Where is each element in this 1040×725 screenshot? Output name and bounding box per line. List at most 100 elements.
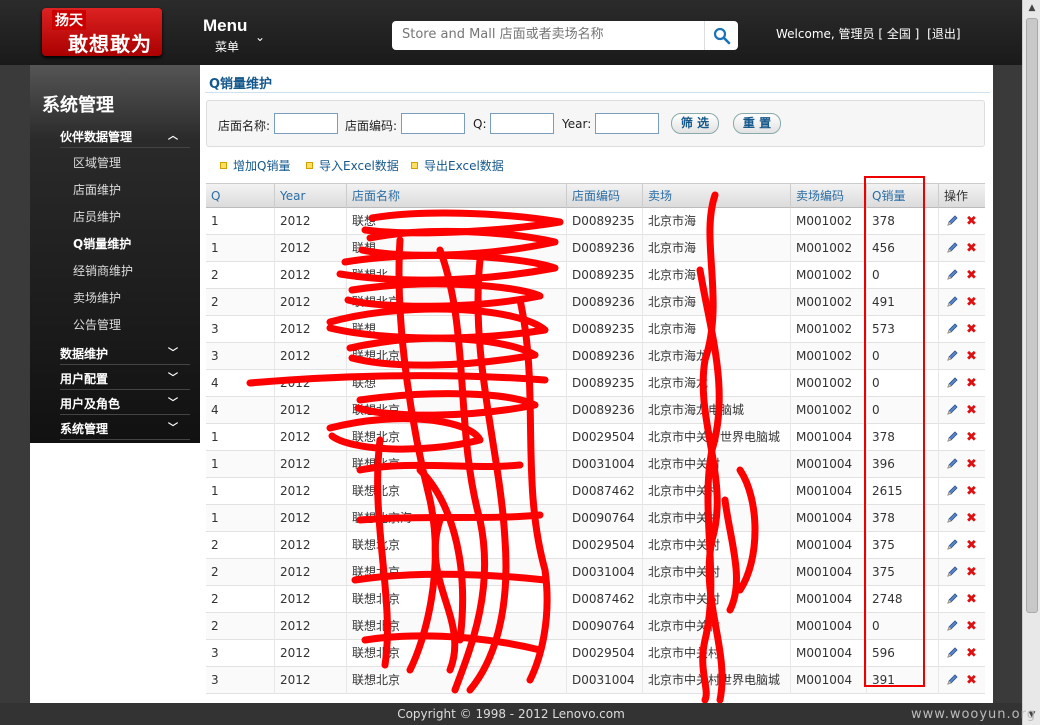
store-name-input[interactable] — [274, 113, 338, 134]
menu-button[interactable]: Menu 菜单 ⌄ — [203, 16, 265, 55]
edit-icon[interactable] — [946, 620, 958, 632]
export-excel-link[interactable]: 导出Excel数据 — [411, 157, 504, 174]
sidebar-group-label: 用户配置 — [60, 372, 109, 386]
delete-icon[interactable]: ✖ — [966, 269, 977, 282]
cell-store-code: D0089236 — [566, 289, 642, 316]
sidebar-item-dealer[interactable]: 经销商维护 — [73, 262, 133, 279]
sidebar: 系统管理 伙伴数据管理 ︿ 区域管理 店面维护 店员维护 Q销量维护 经销商维护… — [30, 65, 200, 443]
delete-icon[interactable]: ✖ — [966, 620, 977, 633]
page-scrollbar[interactable]: ▲ ▼ — [1022, 0, 1040, 725]
sidebar-group-users-roles[interactable]: 用户及角色 ﹀ — [60, 393, 190, 415]
cell-q: 2 — [211, 538, 219, 552]
delete-icon[interactable]: ✖ — [966, 647, 977, 660]
delete-icon[interactable]: ✖ — [966, 431, 977, 444]
delete-icon[interactable]: ✖ — [966, 593, 977, 606]
sidebar-item-mall[interactable]: 卖场维护 — [73, 289, 121, 306]
col-store-name[interactable]: 店面名称 — [346, 184, 566, 209]
chevron-down-icon: ﹀ — [168, 398, 178, 409]
delete-icon[interactable]: ✖ — [966, 485, 977, 498]
sidebar-group-user-config[interactable]: 用户配置 ﹀ — [60, 368, 190, 390]
cell-mall-code: M001004 — [790, 559, 866, 586]
cell-mall: 北京市海 — [642, 235, 790, 262]
search-input[interactable] — [392, 21, 692, 48]
sidebar-title: 系统管理 — [42, 95, 114, 116]
logout-link[interactable]: [退出] — [927, 27, 960, 41]
search-button[interactable] — [704, 21, 738, 50]
cell-store-name: 联想北京 — [346, 613, 566, 640]
delete-icon[interactable]: ✖ — [966, 539, 977, 552]
sidebar-item-notice[interactable]: 公告管理 — [73, 316, 121, 333]
edit-icon[interactable] — [946, 539, 958, 551]
q-input[interactable] — [490, 113, 554, 134]
cell-mall-code: M001002 — [790, 289, 866, 316]
edit-icon[interactable] — [946, 350, 958, 362]
delete-icon[interactable]: ✖ — [966, 242, 977, 255]
cell-year: 2012 — [274, 424, 346, 451]
import-excel-link[interactable]: 导入Excel数据 — [306, 157, 399, 174]
edit-icon[interactable] — [946, 512, 958, 524]
edit-icon[interactable] — [946, 242, 958, 254]
delete-icon[interactable]: ✖ — [966, 296, 977, 309]
delete-icon[interactable]: ✖ — [966, 377, 977, 390]
edit-icon[interactable] — [946, 674, 958, 686]
edit-icon[interactable] — [946, 593, 958, 605]
edit-icon[interactable] — [946, 431, 958, 443]
cell-mall: 北京市中关村 — [642, 532, 790, 559]
scroll-up-arrow-icon[interactable]: ▲ — [1026, 3, 1038, 15]
year-input[interactable] — [595, 113, 659, 134]
delete-icon[interactable]: ✖ — [966, 350, 977, 363]
edit-icon[interactable] — [946, 215, 958, 227]
cell-mall: 北京市中关村 — [642, 640, 790, 667]
sidebar-item-region[interactable]: 区域管理 — [73, 154, 121, 171]
col-store-code[interactable]: 店面编码 — [566, 184, 642, 209]
sidebar-group-partner-data[interactable]: 伙伴数据管理 ︿ — [60, 126, 190, 148]
sidebar-item-clerk[interactable]: 店员维护 — [73, 208, 121, 225]
sidebar-group-system[interactable]: 系统管理 ﹀ — [60, 418, 190, 440]
edit-icon[interactable] — [946, 566, 958, 578]
cell-store-name: 联想北京 — [346, 640, 566, 667]
cell-q: 2 — [211, 619, 219, 633]
cell-mall-code: M001004 — [790, 478, 866, 505]
edit-icon[interactable] — [946, 323, 958, 335]
sidebar-item-store[interactable]: 店面维护 — [73, 181, 121, 198]
add-q-sales-link[interactable]: 增加Q销量 — [220, 157, 290, 174]
col-year[interactable]: Year — [274, 184, 346, 209]
delete-icon[interactable]: ✖ — [966, 566, 977, 579]
cell-mall-code: M001004 — [790, 613, 866, 640]
brand-logo[interactable]: 扬天 敢想敢为 — [42, 8, 162, 56]
col-mall[interactable]: 卖场 — [642, 184, 790, 209]
copyright-text: Copyright © 1998 - 2012 Lenovo.com — [397, 707, 625, 721]
cell-mall: 北京市海 — [642, 316, 790, 343]
cell-q: 3 — [211, 673, 219, 687]
menu-title: Menu — [203, 16, 248, 35]
filter-panel: 店面名称: 店面编码: Q: Year: 筛 选 重 置 — [206, 100, 985, 147]
filter-button[interactable]: 筛 选 — [671, 113, 719, 134]
delete-icon[interactable]: ✖ — [966, 323, 977, 336]
edit-icon[interactable] — [946, 458, 958, 470]
edit-icon[interactable] — [946, 269, 958, 281]
scroll-thumb[interactable] — [1026, 18, 1038, 613]
chevron-down-icon: ⌄ — [255, 30, 266, 44]
main-content: Q销量维护 店面名称: 店面编码: Q: Year: 筛 选 重 置 增加Q销量… — [200, 65, 993, 703]
delete-icon[interactable]: ✖ — [966, 404, 977, 417]
store-code-input[interactable] — [401, 113, 465, 134]
delete-icon[interactable]: ✖ — [966, 458, 977, 471]
edit-icon[interactable] — [946, 647, 958, 659]
edit-icon[interactable] — [946, 296, 958, 308]
edit-icon[interactable] — [946, 404, 958, 416]
edit-icon[interactable] — [946, 485, 958, 497]
sidebar-item-q-sales[interactable]: Q销量维护 — [73, 235, 131, 252]
delete-icon[interactable]: ✖ — [966, 674, 977, 687]
cell-store-code: D0031004 — [566, 667, 642, 694]
edit-icon[interactable] — [946, 377, 958, 389]
sidebar-group-data-maintenance[interactable]: 数据维护 ﹀ — [60, 343, 190, 365]
delete-icon[interactable]: ✖ — [966, 512, 977, 525]
col-mall-code[interactable]: 卖场编码 — [790, 184, 866, 209]
reset-button[interactable]: 重 置 — [733, 113, 781, 134]
sidebar-group-label: 数据维护 — [60, 347, 109, 361]
cell-store-name: 联想北京 — [346, 424, 566, 451]
add-q-sales-label: 增加Q销量 — [233, 159, 291, 173]
delete-icon[interactable]: ✖ — [966, 215, 977, 228]
cell-store-name: 联想北京 — [346, 343, 566, 370]
col-q[interactable]: Q — [206, 184, 274, 209]
